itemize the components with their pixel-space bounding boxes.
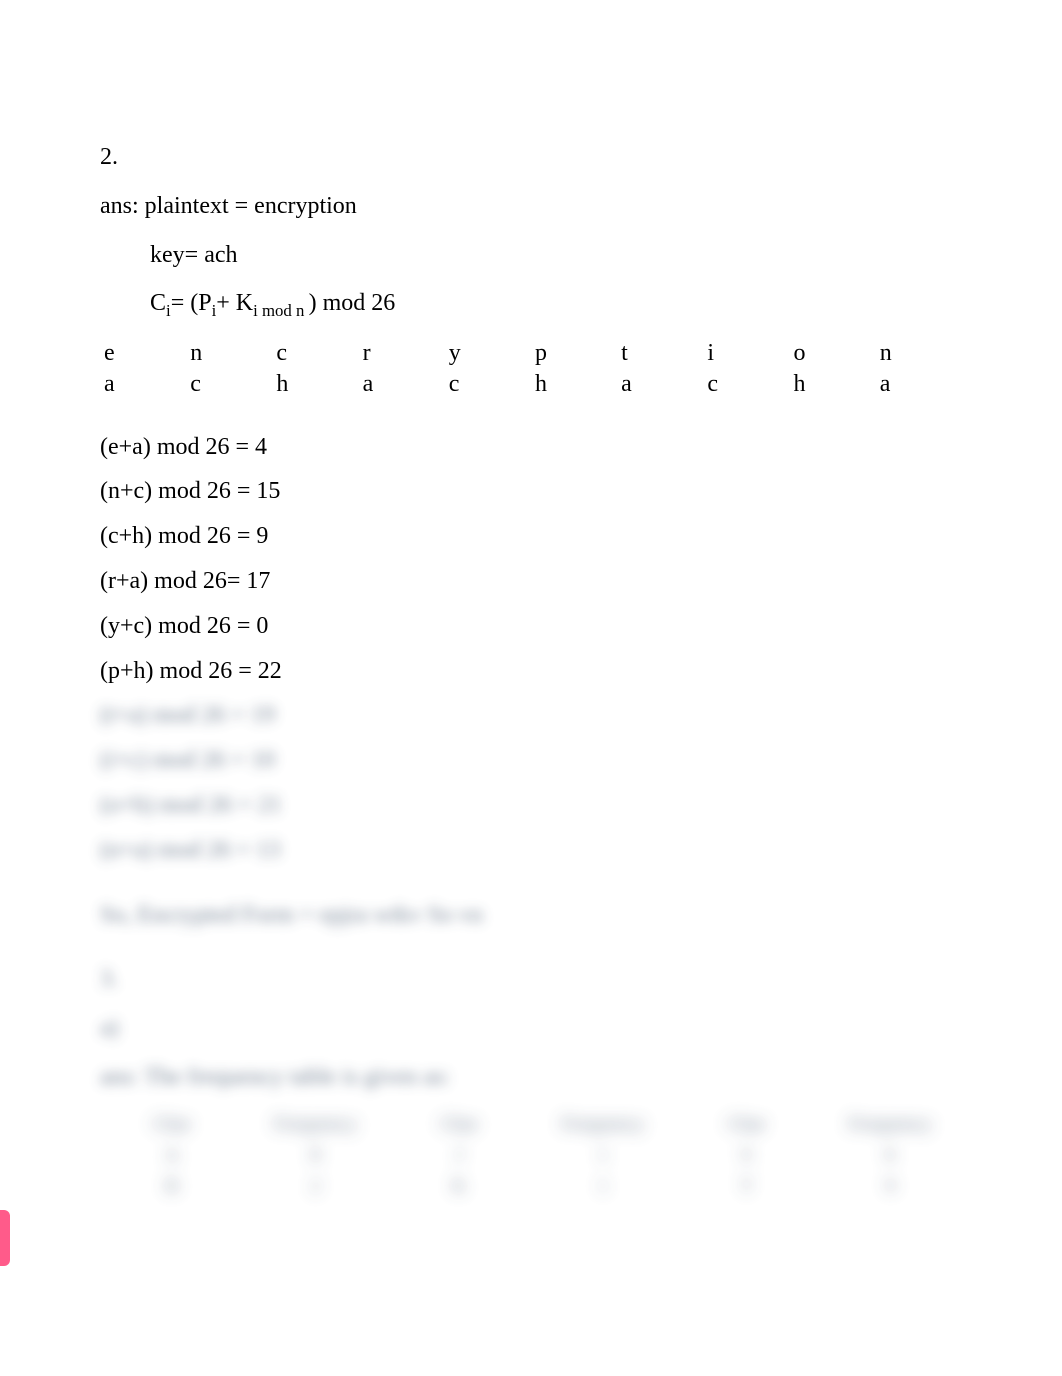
- freq-header: Frequency: [818, 1109, 962, 1140]
- calc-line: (n+c) mod 26 = 15: [100, 474, 962, 509]
- calc-line: (e+a) mod 26 = 4: [100, 430, 962, 465]
- freq-cell: 1: [531, 1140, 675, 1171]
- cipher-cell: p: [531, 338, 617, 369]
- cipher-cell: c: [186, 369, 272, 400]
- subpart-a: a): [100, 1011, 962, 1046]
- frequency-table: Char Frequency Char Frequency Char Frequ…: [100, 1109, 962, 1202]
- freq-header: Char: [387, 1109, 531, 1140]
- freq-cell: 2: [244, 1171, 388, 1202]
- cipher-cell: c: [703, 369, 789, 400]
- cipher-cell: n: [876, 338, 962, 369]
- blurred-region: So, Encrypted Form = epjra wtkv So vn: [100, 898, 962, 933]
- freq-cell: B: [100, 1171, 244, 1202]
- freq-header: Frequency: [531, 1109, 675, 1140]
- blurred-region: (t+a) mod 26 = 19 (i+c) mod 26 = 10 (o+h…: [100, 698, 962, 867]
- calc-line-blurred: (n+a) mod 26 = 13: [100, 833, 962, 868]
- freq-cell: 8: [244, 1140, 388, 1171]
- cipher-cell: a: [876, 369, 962, 400]
- calc-line: (p+h) mod 26 = 22: [100, 654, 962, 689]
- answer-plaintext-line: ans: plaintext = encryption: [100, 189, 962, 224]
- table-row: Char Frequency Char Frequency Char Frequ…: [100, 1109, 962, 1140]
- question-number: 2.: [100, 140, 962, 175]
- calc-line: (r+a) mod 26= 17: [100, 564, 962, 599]
- blurred-region: Char Frequency Char Frequency Char Frequ…: [100, 1109, 962, 1202]
- calc-line: (c+h) mod 26 = 9: [100, 519, 962, 554]
- table-row: B 2 K 1 T 9: [100, 1171, 962, 1202]
- formula-sub-imodn: i mod n: [253, 301, 308, 320]
- calc-line-blurred: (o+h) mod 26 = 21: [100, 788, 962, 823]
- cipher-cell: r: [359, 338, 445, 369]
- cipher-cell: n: [186, 338, 272, 369]
- cipher-cell: h: [790, 369, 876, 400]
- freq-header: Char: [675, 1109, 819, 1140]
- table-row: e n c r y p t i o n: [100, 338, 962, 369]
- blurred-region: 3. a) ans: The frequency table is given …: [100, 962, 962, 1094]
- formula-prefix: C: [150, 290, 166, 316]
- formula-mid2: + K: [216, 290, 253, 316]
- freq-intro-line: ans: The frequency table is given as:: [100, 1060, 962, 1095]
- freq-cell: 1: [531, 1171, 675, 1202]
- freq-cell: J: [387, 1140, 531, 1171]
- freq-cell: A: [100, 1140, 244, 1171]
- cipher-cell: h: [272, 369, 358, 400]
- freq-cell: 6: [818, 1140, 962, 1171]
- cipher-cell: c: [445, 369, 531, 400]
- freq-cell: S: [675, 1140, 819, 1171]
- key-line: key= ach: [100, 238, 962, 273]
- formula-suffix: ) mod 26: [309, 290, 396, 316]
- cipher-alignment-table: e n c r y p t i o n a c h a c h a c h a: [100, 338, 962, 400]
- encrypted-result-line: So, Encrypted Form = epjra wtkv So vn: [100, 898, 962, 933]
- calculation-block: (e+a) mod 26 = 4 (n+c) mod 26 = 15 (c+h)…: [100, 430, 962, 868]
- cipher-cell: h: [531, 369, 617, 400]
- freq-cell: K: [387, 1171, 531, 1202]
- table-row: A 8 J 1 S 6: [100, 1140, 962, 1171]
- cipher-cell: a: [100, 369, 186, 400]
- freq-header: Char: [100, 1109, 244, 1140]
- table-row: a c h a c h a c h a: [100, 369, 962, 400]
- cipher-cell: i: [703, 338, 789, 369]
- calc-line-blurred: (t+a) mod 26 = 19: [100, 698, 962, 733]
- formula-line: Ci= (Pi+ Ki mod n ) mod 26: [100, 286, 962, 323]
- cipher-cell: c: [272, 338, 358, 369]
- side-tab-icon[interactable]: [0, 1210, 10, 1266]
- freq-cell: T: [675, 1171, 819, 1202]
- cipher-cell: a: [617, 369, 703, 400]
- cipher-cell: y: [445, 338, 531, 369]
- cipher-cell: o: [790, 338, 876, 369]
- cipher-cell: a: [359, 369, 445, 400]
- document-page: 2. ans: plaintext = encryption key= ach …: [0, 0, 1062, 1202]
- freq-header: Frequency: [244, 1109, 388, 1140]
- cipher-cell: e: [100, 338, 186, 369]
- freq-cell: 9: [818, 1171, 962, 1202]
- calc-line-blurred: (i+c) mod 26 = 10: [100, 743, 962, 778]
- question-number-3: 3.: [100, 962, 962, 997]
- formula-mid: = (P: [171, 290, 212, 316]
- cipher-cell: t: [617, 338, 703, 369]
- calc-line: (y+c) mod 26 = 0: [100, 609, 962, 644]
